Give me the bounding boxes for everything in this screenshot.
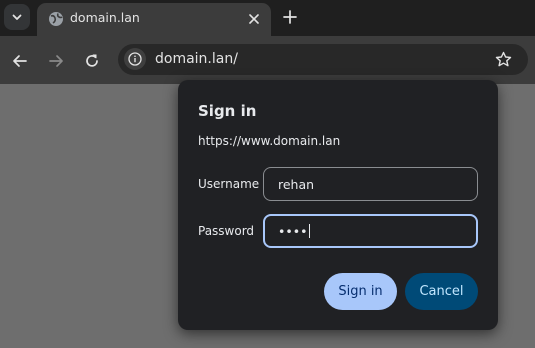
tab-strip: domain.lan [0,0,535,36]
browser-toolbar: domain.lan/ [0,36,535,84]
forward-icon[interactable] [47,52,65,70]
site-info-button[interactable] [124,48,146,70]
username-field[interactable]: rehan [263,167,478,201]
password-label: Password [198,224,255,238]
back-icon[interactable] [11,52,29,70]
chevron-down-icon [12,14,22,20]
close-tab-icon[interactable] [247,12,261,26]
new-tab-icon[interactable] [282,9,298,25]
info-icon [128,52,142,66]
password-value: •••• [278,224,308,239]
password-field[interactable]: •••• [263,214,478,248]
url-text: domain.lan/ [155,51,238,67]
reload-icon[interactable] [83,52,101,70]
username-label: Username [198,177,260,191]
text-caret [308,224,310,238]
globe-icon [49,12,63,26]
address-bar[interactable]: domain.lan/ [118,44,528,75]
dialog-origin: https://www.domain.lan [198,134,341,148]
tab-search-button[interactable] [4,4,30,30]
bookmark-star-icon[interactable] [495,51,512,68]
tab-title: domain.lan [70,10,140,25]
cancel-button[interactable]: Cancel [405,273,478,310]
username-value: rehan [278,177,315,192]
active-tab[interactable]: domain.lan [37,3,271,36]
sign-in-dialog: Sign in https://www.domain.lan Username … [178,80,498,330]
sign-in-button[interactable]: Sign in [324,273,397,310]
dialog-title: Sign in [198,102,257,120]
